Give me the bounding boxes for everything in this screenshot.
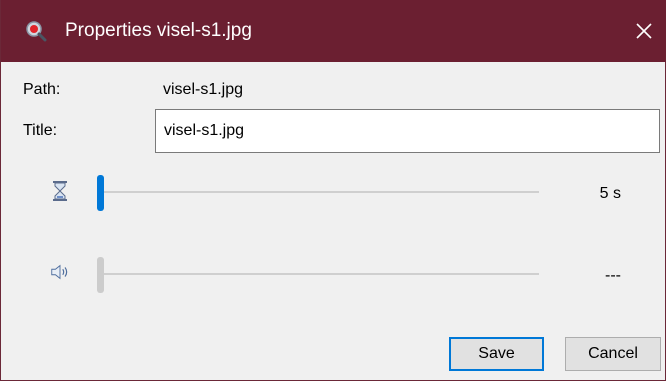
close-icon	[636, 23, 652, 39]
magnifier-app-icon	[26, 21, 47, 42]
volume-slider[interactable]	[97, 257, 539, 293]
speaker-icon	[51, 264, 68, 280]
duration-value: 5 s	[599, 185, 621, 202]
title-input[interactable]	[155, 109, 660, 153]
volume-slider-track	[97, 273, 539, 275]
properties-dialog: Properties visel-s1.jpg Path: visel-s1.j…	[0, 0, 666, 381]
volume-slider-thumb[interactable]	[97, 257, 104, 293]
close-button[interactable]	[621, 0, 666, 62]
window-title: Properties visel-s1.jpg	[65, 20, 252, 41]
save-button[interactable]: Save	[449, 337, 544, 371]
duration-slider[interactable]	[97, 175, 539, 211]
path-value: visel-s1.jpg	[163, 81, 244, 98]
title-bar: Properties visel-s1.jpg	[1, 0, 666, 62]
duration-slider-track	[97, 191, 539, 193]
hourglass-icon	[53, 181, 67, 201]
path-label: Path:	[23, 81, 61, 98]
volume-value: ---	[605, 267, 621, 284]
cancel-button[interactable]: Cancel	[565, 337, 661, 371]
title-label: Title:	[23, 122, 58, 139]
duration-slider-thumb[interactable]	[97, 175, 104, 211]
